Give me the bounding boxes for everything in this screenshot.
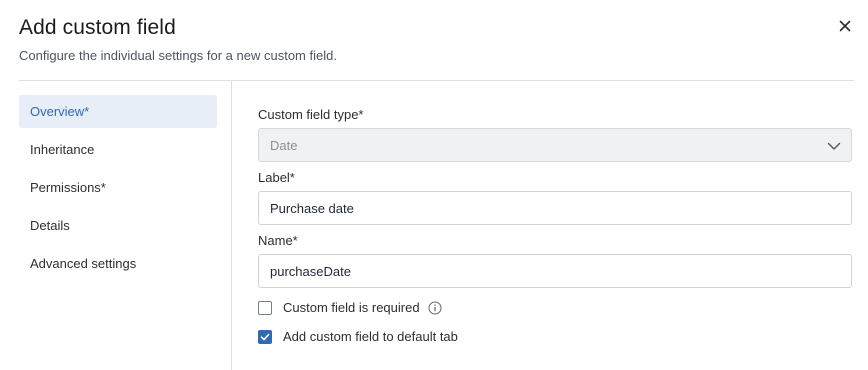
required-checkbox[interactable] — [258, 300, 272, 315]
add-custom-field-dialog: Add custom field Configure the individua… — [0, 0, 868, 370]
custom-field-type-label: Custom field type* — [258, 107, 364, 122]
checkmark-icon — [260, 333, 270, 340]
required-checkbox-row: Custom field is required — [258, 300, 442, 315]
dialog-subtitle: Configure the individual settings for a … — [19, 48, 337, 63]
header-divider — [19, 80, 854, 81]
sidebar-item-inheritance[interactable]: Inheritance — [19, 133, 217, 166]
sidebar-item-permissions[interactable]: Permissions* — [19, 171, 217, 204]
name-field-label: Name* — [258, 233, 298, 248]
sidebar-item-label: Details — [30, 218, 70, 233]
label-input[interactable] — [258, 191, 852, 225]
dialog-title: Add custom field — [19, 16, 176, 39]
info-icon[interactable] — [428, 301, 442, 315]
sidebar-item-label: Inheritance — [30, 142, 95, 157]
close-icon — [839, 20, 851, 32]
sidebar-item-details[interactable]: Details — [19, 209, 217, 242]
sidebar-item-overview[interactable]: Overview* — [19, 95, 217, 128]
custom-field-type-value: Date — [270, 137, 298, 153]
name-input[interactable] — [258, 254, 852, 288]
sidebar-item-label: Overview* — [30, 104, 90, 119]
required-checkbox-label: Custom field is required — [283, 300, 420, 315]
sidebar-item-label: Permissions* — [30, 180, 106, 195]
sidebar-item-label: Advanced settings — [30, 256, 137, 271]
settings-sidebar: Overview* Inheritance Permissions* Detai… — [19, 95, 217, 285]
default-tab-checkbox-row: Add custom field to default tab — [258, 329, 458, 344]
label-field-label: Label* — [258, 170, 295, 185]
default-tab-checkbox[interactable] — [258, 329, 272, 344]
sidebar-divider — [231, 81, 232, 370]
custom-field-type-select[interactable]: Date — [258, 128, 852, 162]
close-button[interactable] — [835, 16, 855, 36]
sidebar-item-advanced-settings[interactable]: Advanced settings — [19, 247, 217, 280]
default-tab-checkbox-label: Add custom field to default tab — [283, 329, 458, 344]
chevron-down-icon — [827, 142, 841, 150]
